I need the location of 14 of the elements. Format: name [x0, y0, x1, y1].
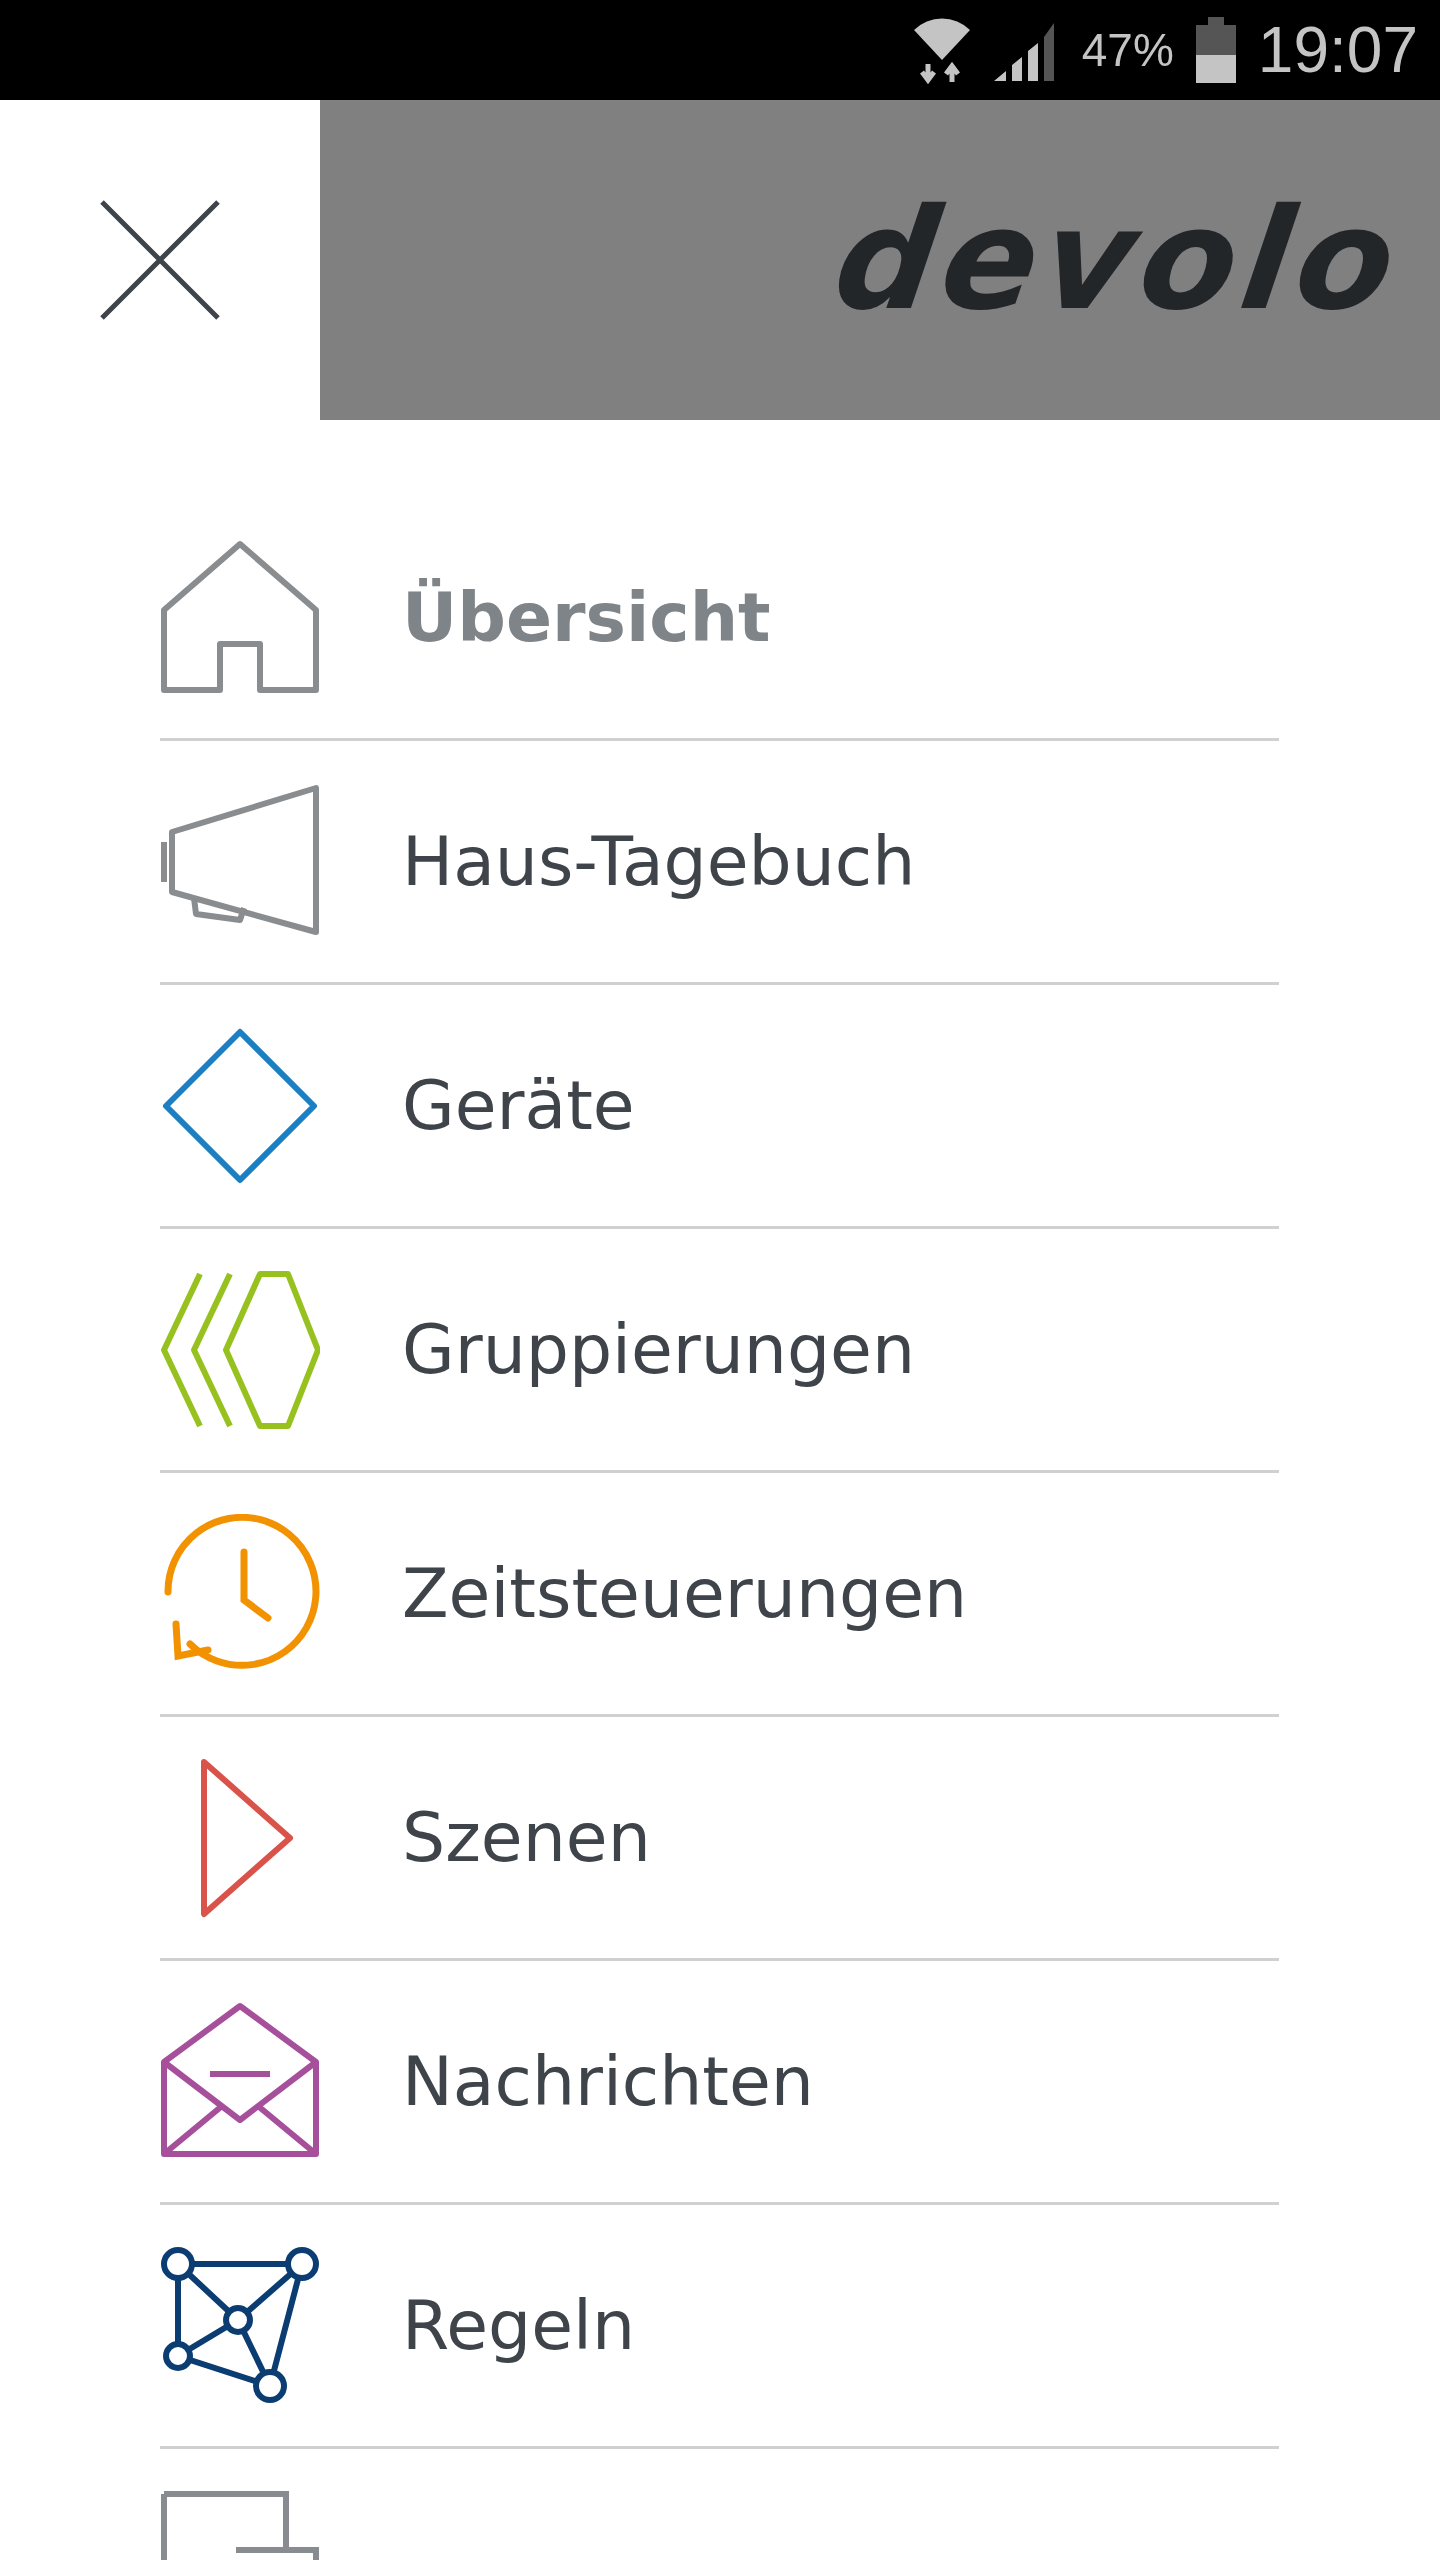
- menu-item[interactable]: Übersicht: [402, 578, 771, 657]
- menu-item[interactable]: Gruppierungen: [402, 1310, 916, 1389]
- network-icon: [160, 2245, 320, 2406]
- menu-item[interactable]: Haus-Tagebuch: [402, 822, 916, 901]
- clock-time: 19:07: [1257, 18, 1418, 82]
- menu-item[interactable]: Szenen: [402, 1798, 651, 1877]
- menu-item[interactable]: Zeitsteuerungen: [402, 1554, 968, 1633]
- logo: devolo: [827, 190, 1410, 330]
- menu-item[interactable]: Regeln: [402, 2286, 636, 2365]
- menu-item[interactable]: Geräte: [402, 1066, 635, 1145]
- menu-item[interactable]: Nachrichten: [402, 2042, 814, 2121]
- battery-percentage: 47%: [1081, 27, 1174, 73]
- layers-icon: [160, 1269, 320, 1430]
- battery-icon: [1195, 17, 1236, 83]
